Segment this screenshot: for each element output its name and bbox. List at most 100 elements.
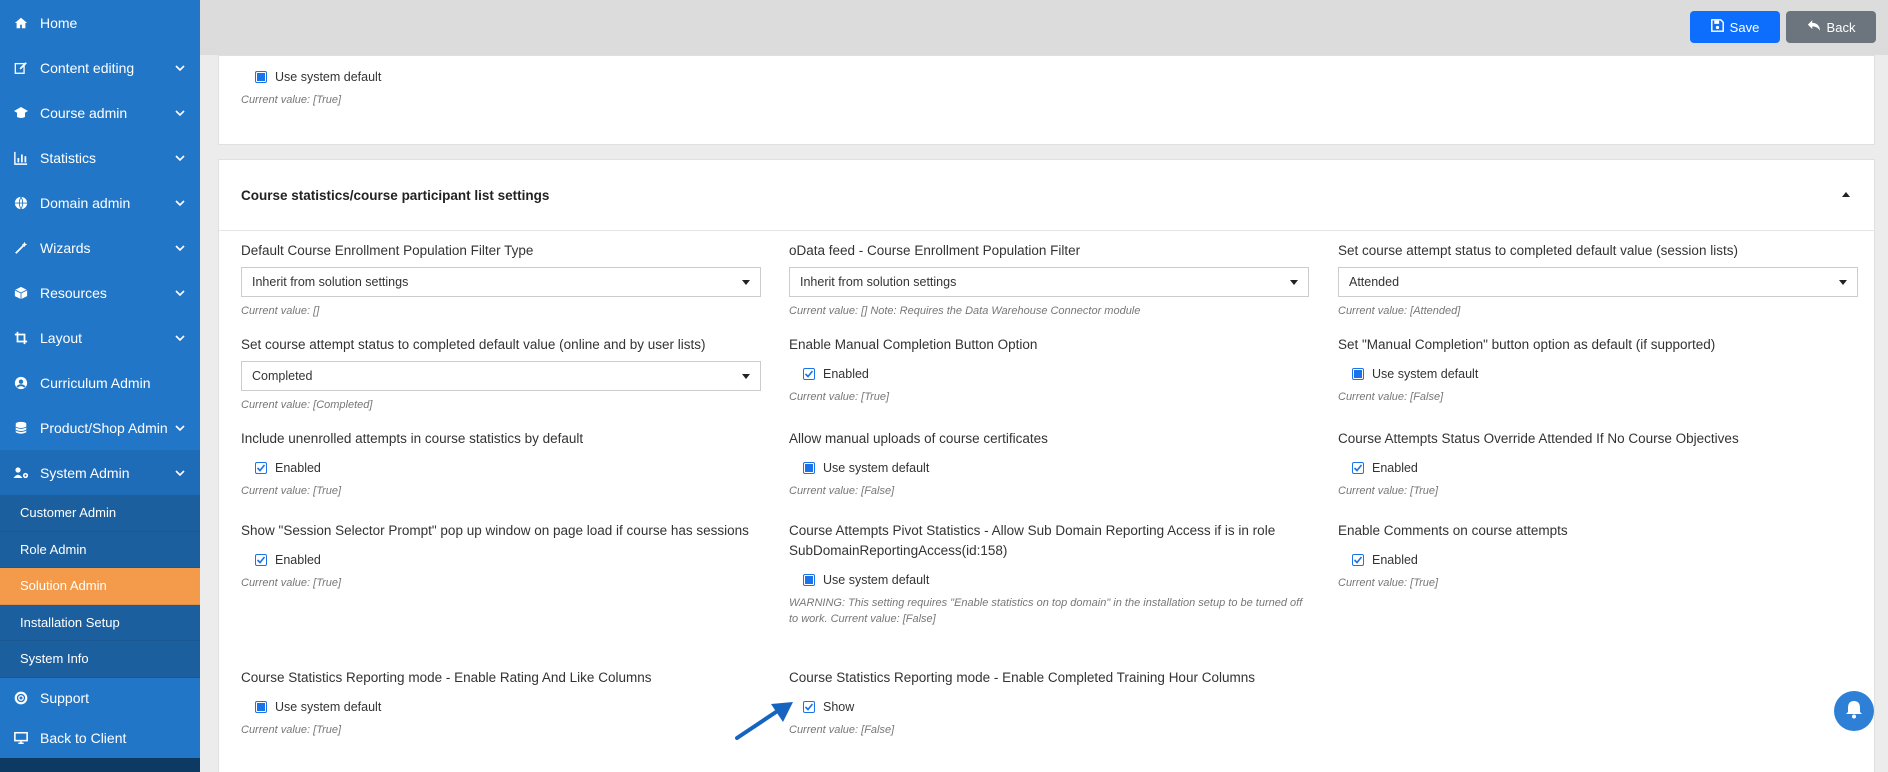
setting-completed-training-hour-columns: Course Statistics Reporting mode - Enabl… [789, 668, 1309, 738]
checkbox-checked[interactable] [1352, 462, 1364, 474]
sidebar-footer [0, 757, 200, 772]
checkbox-checked[interactable] [255, 554, 267, 566]
select-value: Completed [252, 369, 313, 383]
checkbox-checked[interactable] [1352, 554, 1364, 566]
chevron-down-icon [174, 62, 186, 74]
setting-enrollment-filter-type: Default Course Enrollment Population Fil… [241, 241, 761, 319]
sidebar-item-home[interactable]: Home [0, 0, 200, 45]
checkbox-label: Use system default [823, 573, 930, 587]
checkbox-label: Enabled [275, 461, 321, 475]
sidebar-item-layout[interactable]: Layout [0, 315, 200, 360]
top-toolbar: Save Back [200, 0, 1888, 55]
sidebar-item-support[interactable]: Support [0, 678, 200, 718]
odata-filter-select[interactable]: Inherit from solution settings [789, 267, 1309, 297]
setting-manual-completion-default: Set "Manual Completion" button option as… [1338, 335, 1858, 405]
checkbox-checked[interactable] [255, 462, 267, 474]
graduation-cap-icon [12, 106, 30, 120]
sidebar-item-system-admin[interactable]: System Admin [0, 450, 200, 495]
bell-icon [1845, 699, 1863, 724]
sidebar-item-domain-admin[interactable]: Domain admin [0, 180, 200, 225]
chevron-down-icon [174, 107, 186, 119]
checkbox-square[interactable] [803, 462, 815, 474]
checkbox-row[interactable]: Show [789, 698, 1309, 716]
sidebar-item-wizards[interactable]: Wizards [0, 225, 200, 270]
use-system-default-checkbox-row[interactable]: Use system default [219, 68, 1874, 86]
caret-up-icon[interactable] [1842, 192, 1850, 197]
checkbox-row[interactable]: Use system default [789, 571, 1309, 589]
enrollment-filter-select[interactable]: Inherit from solution settings [241, 267, 761, 297]
save-button[interactable]: Save [1690, 11, 1780, 43]
setting-label: Course Statistics Reporting mode - Enabl… [241, 670, 652, 685]
setting-rating-like-columns: Course Statistics Reporting mode - Enabl… [241, 668, 761, 738]
current-value: Current value: [False] [789, 485, 895, 497]
current-value: Current value: [Attended] [1338, 305, 1461, 317]
checkbox-label: Enabled [823, 367, 869, 381]
sidebar: Home Content editing Course admin Statis… [0, 0, 200, 772]
checkbox-row[interactable]: Enabled [1338, 551, 1858, 569]
user-circle-icon [12, 376, 30, 390]
checkbox-row[interactable]: Enabled [789, 365, 1309, 383]
checkbox-row[interactable]: Use system default [1338, 365, 1858, 383]
sidebar-item-label: Wizards [40, 239, 91, 256]
checkbox-row[interactable]: Use system default [241, 698, 761, 716]
reply-arrow-icon [1807, 19, 1821, 35]
current-value: Current value: [Completed] [241, 399, 373, 411]
checkbox-row[interactable]: Use system default [789, 459, 1309, 477]
online-status-select[interactable]: Completed [241, 361, 761, 391]
course-stats-settings-card: Course statistics/course participant lis… [218, 159, 1875, 772]
checkbox-square[interactable] [803, 574, 815, 586]
system-admin-submenu: Customer Admin Role Admin Solution Admin… [0, 495, 200, 678]
checkbox-row[interactable]: Enabled [241, 551, 761, 569]
current-value: Current value: [] Note: Requires the Dat… [789, 305, 1141, 317]
checkbox-label: Use system default [823, 461, 930, 475]
checkbox-square[interactable] [255, 71, 267, 83]
sidebar-item-label: Support [40, 689, 90, 706]
setting-certificate-uploads: Allow manual uploads of course certifica… [789, 429, 1309, 499]
sidebar-item-statistics[interactable]: Statistics [0, 135, 200, 180]
sidebar-subitem-installation-setup[interactable]: Installation Setup [0, 605, 200, 641]
checkbox-checked[interactable] [803, 368, 815, 380]
chevron-down-icon [174, 152, 186, 164]
setting-comments-on-attempts: Enable Comments on course attempts Enabl… [1338, 521, 1858, 591]
globe-icon [12, 196, 30, 210]
sidebar-item-label: Course admin [40, 104, 128, 121]
setting-pivot-subdomain-access: Course Attempts Pivot Statistics - Allow… [789, 521, 1309, 627]
sidebar-item-label: Back to Client [40, 729, 127, 746]
checkbox-square[interactable] [255, 701, 267, 713]
cube-icon [12, 286, 30, 300]
sidebar-item-product-shop-admin[interactable]: Product/Shop Admin [0, 405, 200, 450]
sidebar-subitem-solution-admin[interactable]: Solution Admin [0, 568, 200, 605]
sidebar-item-curriculum-admin[interactable]: Curriculum Admin [0, 360, 200, 405]
setting-session-completed-default: Set course attempt status to completed d… [1338, 241, 1858, 319]
floppy-disk-icon [1710, 19, 1724, 35]
setting-label: Default Course Enrollment Population Fil… [241, 243, 534, 258]
select-value: Attended [1349, 275, 1400, 289]
setting-status-override-attended: Course Attempts Status Override Attended… [1338, 429, 1858, 499]
checkbox-checked[interactable] [803, 701, 815, 713]
notification-bell-button[interactable] [1834, 691, 1874, 731]
sidebar-item-course-admin[interactable]: Course admin [0, 90, 200, 135]
sidebar-item-label: Layout [40, 329, 83, 346]
chevron-down-icon [174, 332, 186, 344]
sidebar-subitem-role-admin[interactable]: Role Admin [0, 532, 200, 568]
setting-label: Set course attempt status to completed d… [1338, 243, 1738, 258]
setting-online-completed-default: Set course attempt status to completed d… [241, 335, 761, 413]
section-header[interactable]: Course statistics/course participant lis… [219, 160, 1874, 231]
current-value: Current value: [True] [789, 391, 890, 403]
sidebar-item-content-editing[interactable]: Content editing [0, 45, 200, 90]
sidebar-subitem-customer-admin[interactable]: Customer Admin [0, 495, 200, 532]
current-value: WARNING: This setting requires "Enable s… [789, 597, 1303, 625]
sidebar-item-back-to-client[interactable]: Back to Client [0, 718, 200, 758]
checkbox-label: Show [823, 700, 855, 714]
chevron-down-icon [174, 467, 186, 479]
sidebar-item-resources[interactable]: Resources [0, 270, 200, 315]
checkbox-row[interactable]: Enabled [241, 459, 761, 477]
checkbox-row[interactable]: Enabled [1338, 459, 1858, 477]
sidebar-item-label: Domain admin [40, 194, 131, 211]
session-status-select[interactable]: Attended [1338, 267, 1858, 297]
setting-label: oData feed - Course Enrollment Populatio… [789, 243, 1081, 258]
checkbox-square[interactable] [1352, 368, 1364, 380]
back-button[interactable]: Back [1786, 11, 1876, 43]
chevron-down-icon [174, 287, 186, 299]
sidebar-subitem-system-info[interactable]: System Info [0, 641, 200, 678]
